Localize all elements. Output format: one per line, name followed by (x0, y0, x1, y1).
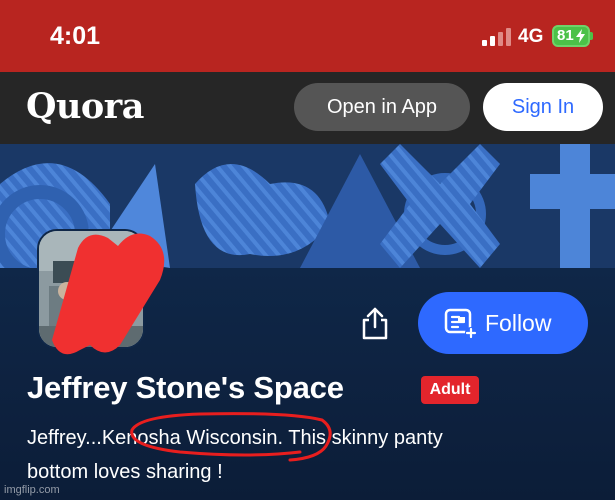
open-in-app-button[interactable]: Open in App (294, 83, 470, 131)
battery-nub (590, 32, 593, 40)
space-avatar[interactable] (37, 229, 145, 349)
network-type: 4G (518, 26, 544, 47)
follow-label: Follow (485, 310, 552, 336)
bio-line-1: Jeffrey...Kenosha Wisconsin. This skinny… (27, 427, 443, 449)
battery-indicator: 81 (552, 25, 590, 47)
signal-icon (482, 28, 511, 46)
share-icon (362, 307, 388, 340)
battery-level: 81 (557, 27, 574, 44)
bio-line-2: bottom loves sharing ! (27, 461, 223, 483)
share-button[interactable] (358, 305, 392, 341)
space-title: Jeffrey Stone's Space (27, 370, 344, 405)
imgflip-watermark: imgflip.com (4, 484, 60, 496)
status-bar: 4:01 4G 81 (0, 0, 615, 72)
adult-badge: Adult (421, 376, 479, 404)
sign-in-button[interactable]: Sign In (483, 83, 603, 131)
avatar-photo (39, 231, 143, 347)
quora-logo[interactable]: Quora (26, 86, 144, 127)
status-time: 4:01 (50, 22, 101, 50)
follow-space-icon (444, 308, 477, 339)
charging-bolt-icon (576, 29, 585, 43)
top-header: Quora Open in App Sign In (0, 72, 615, 144)
follow-button[interactable]: Follow (418, 292, 588, 354)
space-description: Jeffrey...Kenosha Wisconsin. This skinny… (27, 421, 527, 489)
